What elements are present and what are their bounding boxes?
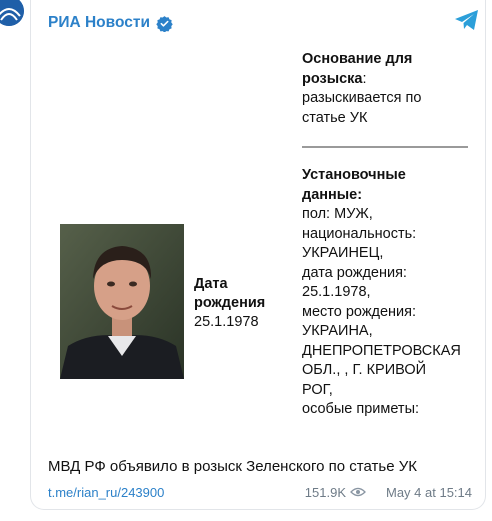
ria-logo-icon — [0, 0, 24, 26]
ident-line: ДНЕПРОПЕТРОВСКАЯ — [302, 342, 461, 359]
basis-heading-line2: розыска — [302, 70, 363, 87]
basis-colon: : — [362, 70, 367, 87]
ident-heading-line2: данные: — [302, 186, 363, 203]
ident-line: 25.1.1978, — [302, 284, 371, 300]
post-date[interactable]: May 4 at 15:14 — [386, 485, 472, 500]
basis-text-line1: разыскивается по — [302, 90, 422, 106]
verified-badge-icon — [156, 15, 173, 32]
views-eye-icon — [350, 485, 366, 500]
ident-line: ОБЛ., , Г. КРИВОЙ — [302, 362, 427, 378]
views-counter: 151.9K — [305, 485, 366, 500]
channel-name[interactable]: РИА Новости — [48, 14, 150, 32]
basis-heading-line1: Основание для — [302, 51, 413, 67]
suspect-photo — [60, 224, 184, 379]
post-caption: МВД РФ объявило в розыск Зеленского по с… — [48, 458, 417, 475]
ident-line: УКРАИНА, — [302, 323, 373, 339]
views-count: 151.9K — [304, 485, 346, 500]
dob-label-line1: Дата — [194, 276, 228, 292]
channel-avatar[interactable] — [0, 0, 24, 26]
ident-line: пол: МУЖ, — [302, 206, 373, 222]
ident-line: РОГ, — [302, 381, 333, 398]
dob-label-line2: рождения — [194, 295, 266, 311]
dob-value: 25.1.1978 — [194, 314, 259, 330]
photo-caption: Дата рождения 25.1.1978 — [194, 275, 294, 332]
ident-line: дата рождения: — [302, 264, 407, 281]
basis-text-line2: статье УК — [302, 109, 368, 126]
post-meta: 151.9K May 4 at 15:14 — [305, 485, 472, 500]
ident-heading-line1: Установочные — [302, 167, 406, 183]
wanted-basis: Основание для розыска: разыскивается по … — [302, 50, 482, 128]
ident-line: место рождения: — [302, 303, 417, 320]
post-link[interactable]: t.me/rian_ru/243900 — [48, 485, 164, 500]
telegram-icon[interactable] — [454, 9, 480, 31]
ident-line: особые приметы: — [302, 401, 420, 417]
ident-line: УКРАИНЕЦ, — [302, 245, 384, 261]
channel-header: РИА Новости — [48, 14, 173, 32]
section-divider — [302, 146, 468, 148]
ident-line: национальность: — [302, 225, 417, 242]
post-footer: t.me/rian_ru/243900 151.9K May 4 at 15:1… — [48, 485, 472, 503]
identification-data: Установочные данные: пол: МУЖ, националь… — [302, 166, 482, 420]
